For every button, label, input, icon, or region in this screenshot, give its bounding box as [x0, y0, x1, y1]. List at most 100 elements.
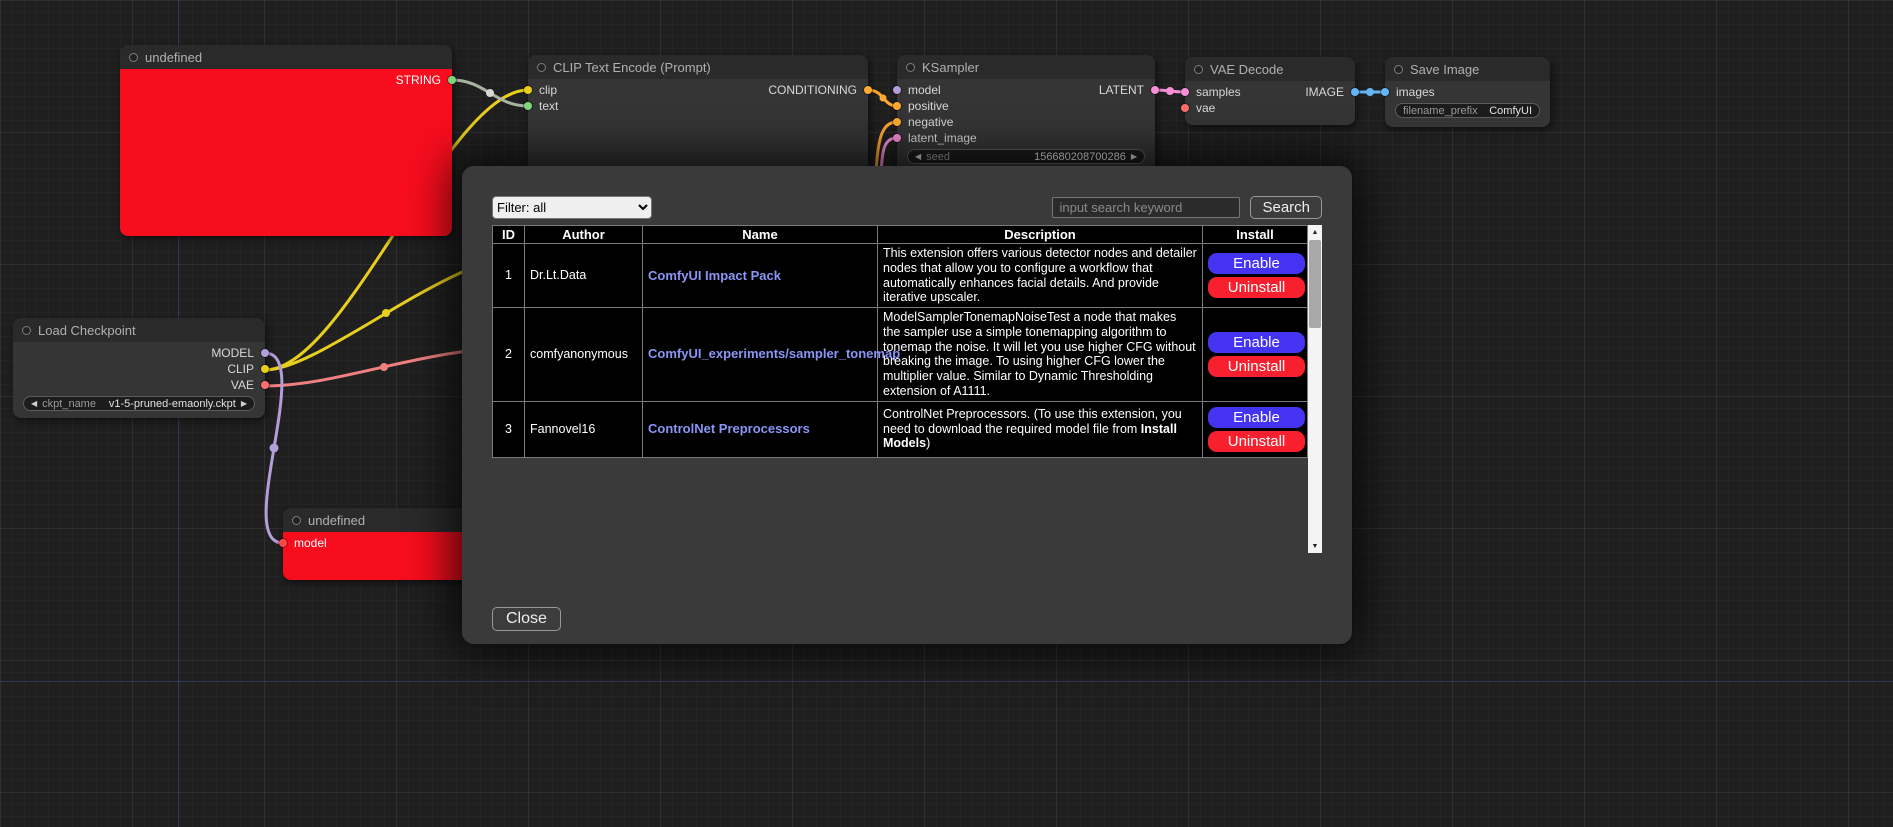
extension-table-row: 1 Dr.Lt.Data ComfyUI Impact Pack This ex… — [493, 244, 1308, 308]
input-slot-model[interactable]: model — [283, 535, 327, 551]
input-slot-clip[interactable]: clip — [528, 82, 557, 98]
extension-table-row: 2 comfyanonymous ComfyUI_experiments/sam… — [493, 308, 1308, 402]
output-pin-latent[interactable] — [1151, 86, 1159, 94]
scroll-down-button[interactable]: ▼ — [1308, 539, 1322, 553]
output-pin-model[interactable] — [261, 349, 269, 357]
slot-label: positive — [908, 99, 949, 113]
input-pin-clip[interactable] — [524, 86, 532, 94]
node-body: MODEL CLIP VAE ◀ ckpt_name v1-5-prun — [13, 342, 265, 418]
header-author: Author — [525, 226, 643, 244]
output-pin-vae[interactable] — [261, 381, 269, 389]
output-slot-string[interactable]: STRING — [396, 72, 452, 88]
extension-name-link[interactable]: ComfyUI_experiments/sampler_tonemap — [648, 346, 900, 361]
node-save-image[interactable]: Save Image images filename_prefix ComfyU… — [1385, 57, 1550, 127]
input-pin-text[interactable] — [524, 102, 532, 110]
search-input[interactable] — [1052, 197, 1240, 218]
uninstall-button[interactable]: Uninstall — [1208, 277, 1305, 298]
input-slot-images[interactable]: images — [1385, 84, 1435, 100]
input-pin-model[interactable] — [893, 86, 901, 94]
output-pin-conditioning[interactable] — [864, 86, 872, 94]
output-slot-image[interactable]: IMAGE — [1305, 84, 1355, 100]
header-name: Name — [643, 226, 878, 244]
node-collapse-dot-icon[interactable] — [906, 63, 915, 72]
input-slot-negative[interactable]: negative — [897, 114, 953, 130]
node-title-bar[interactable]: undefined — [283, 508, 483, 532]
node-title: KSampler — [922, 60, 979, 75]
filter-select[interactable]: Filter: all — [492, 196, 652, 219]
node-title-bar[interactable]: VAE Decode — [1185, 57, 1355, 81]
slot-label: samples — [1196, 85, 1241, 99]
node-collapse-dot-icon[interactable] — [292, 516, 301, 525]
increment-arrow-icon[interactable]: ▶ — [1131, 153, 1137, 161]
node-collapse-dot-icon[interactable] — [22, 326, 31, 335]
extension-install-cell: Enable Uninstall — [1203, 401, 1308, 457]
node-collapse-dot-icon[interactable] — [1394, 65, 1403, 74]
node-body: images filename_prefix ComfyUI — [1385, 81, 1550, 127]
link-midpoint-dot — [880, 95, 887, 102]
node-collapse-dot-icon[interactable] — [1194, 65, 1203, 74]
node-load-checkpoint[interactable]: Load Checkpoint MODEL CLIP VAE — [13, 318, 265, 418]
node-title-bar[interactable]: undefined — [120, 45, 452, 69]
node-title: VAE Decode — [1210, 62, 1283, 77]
input-slot-text[interactable]: text — [528, 98, 558, 114]
graph-canvas[interactable]: undefined STRING CLIP Text Encode (Promp… — [0, 0, 1893, 827]
enable-button[interactable]: Enable — [1208, 253, 1305, 274]
close-button[interactable]: Close — [492, 607, 561, 631]
input-slot-model[interactable]: model — [897, 82, 941, 98]
filename-prefix-widget[interactable]: filename_prefix ComfyUI — [1395, 103, 1540, 118]
output-pin-image[interactable] — [1351, 88, 1359, 96]
slot-label: model — [908, 83, 941, 97]
output-slot-latent[interactable]: LATENT — [1099, 82, 1155, 98]
extension-table-container: ID Author Name Description Install 1 Dr.… — [492, 225, 1322, 553]
extension-table: ID Author Name Description Install 1 Dr.… — [492, 225, 1308, 458]
node-title-bar[interactable]: Load Checkpoint — [13, 318, 265, 342]
node-vae-decode[interactable]: VAE Decode samples IMAGE vae — [1185, 57, 1355, 125]
extension-id: 1 — [493, 244, 525, 308]
input-slot-samples[interactable]: samples — [1185, 84, 1241, 100]
extension-description: ModelSamplerTonemapNoiseTest a node that… — [878, 308, 1203, 402]
widget-label: seed — [926, 151, 950, 163]
scroll-thumb[interactable] — [1309, 240, 1321, 328]
increment-arrow-icon[interactable]: ▶ — [241, 400, 247, 408]
slot-label: images — [1396, 85, 1435, 99]
input-pin-vae[interactable] — [1181, 104, 1189, 112]
extension-name-link[interactable]: ComfyUI Impact Pack — [648, 268, 781, 283]
input-slot-latent-image[interactable]: latent_image — [897, 130, 977, 146]
decrement-arrow-icon[interactable]: ◀ — [31, 400, 37, 408]
seed-widget[interactable]: ◀ seed 156680208700286 ▶ — [907, 149, 1145, 164]
output-slot-clip[interactable]: CLIP — [227, 361, 265, 377]
node-title-bar[interactable]: KSampler — [897, 55, 1155, 79]
ckpt-name-widget[interactable]: ◀ ckpt_name v1-5-pruned-emaonly.ckpt ▶ — [23, 396, 255, 411]
node-title-bar[interactable]: CLIP Text Encode (Prompt) — [528, 55, 868, 79]
extension-name-link[interactable]: ControlNet Preprocessors — [648, 421, 810, 436]
decrement-arrow-icon[interactable]: ◀ — [915, 153, 921, 161]
output-slot-conditioning[interactable]: CONDITIONING — [768, 82, 868, 98]
slot-label: text — [539, 99, 558, 113]
input-pin-samples[interactable] — [1181, 88, 1189, 96]
output-pin-clip[interactable] — [261, 365, 269, 373]
input-pin-negative[interactable] — [893, 118, 901, 126]
node-body: model — [283, 532, 483, 580]
node-undefined-bottom[interactable]: undefined model — [283, 508, 483, 580]
output-slot-vae[interactable]: VAE — [231, 377, 265, 393]
input-pin-model[interactable] — [279, 539, 287, 547]
input-pin-positive[interactable] — [893, 102, 901, 110]
uninstall-button[interactable]: Uninstall — [1208, 356, 1305, 377]
input-slot-vae[interactable]: vae — [1185, 100, 1215, 116]
table-scrollbar[interactable]: ▲ ▼ — [1308, 225, 1322, 553]
link-midpoint-dot — [270, 444, 279, 453]
node-collapse-dot-icon[interactable] — [129, 53, 138, 62]
input-slot-positive[interactable]: positive — [897, 98, 949, 114]
node-undefined-top[interactable]: undefined STRING — [120, 45, 452, 236]
uninstall-button[interactable]: Uninstall — [1208, 431, 1305, 452]
output-pin-string[interactable] — [448, 76, 456, 84]
input-pin-images[interactable] — [1381, 88, 1389, 96]
enable-button[interactable]: Enable — [1208, 407, 1305, 428]
node-title-bar[interactable]: Save Image — [1385, 57, 1550, 81]
node-collapse-dot-icon[interactable] — [537, 63, 546, 72]
search-button[interactable]: Search — [1250, 196, 1322, 219]
output-slot-model[interactable]: MODEL — [211, 345, 265, 361]
enable-button[interactable]: Enable — [1208, 332, 1305, 353]
input-pin-latent-image[interactable] — [893, 134, 901, 142]
scroll-up-button[interactable]: ▲ — [1308, 225, 1322, 239]
